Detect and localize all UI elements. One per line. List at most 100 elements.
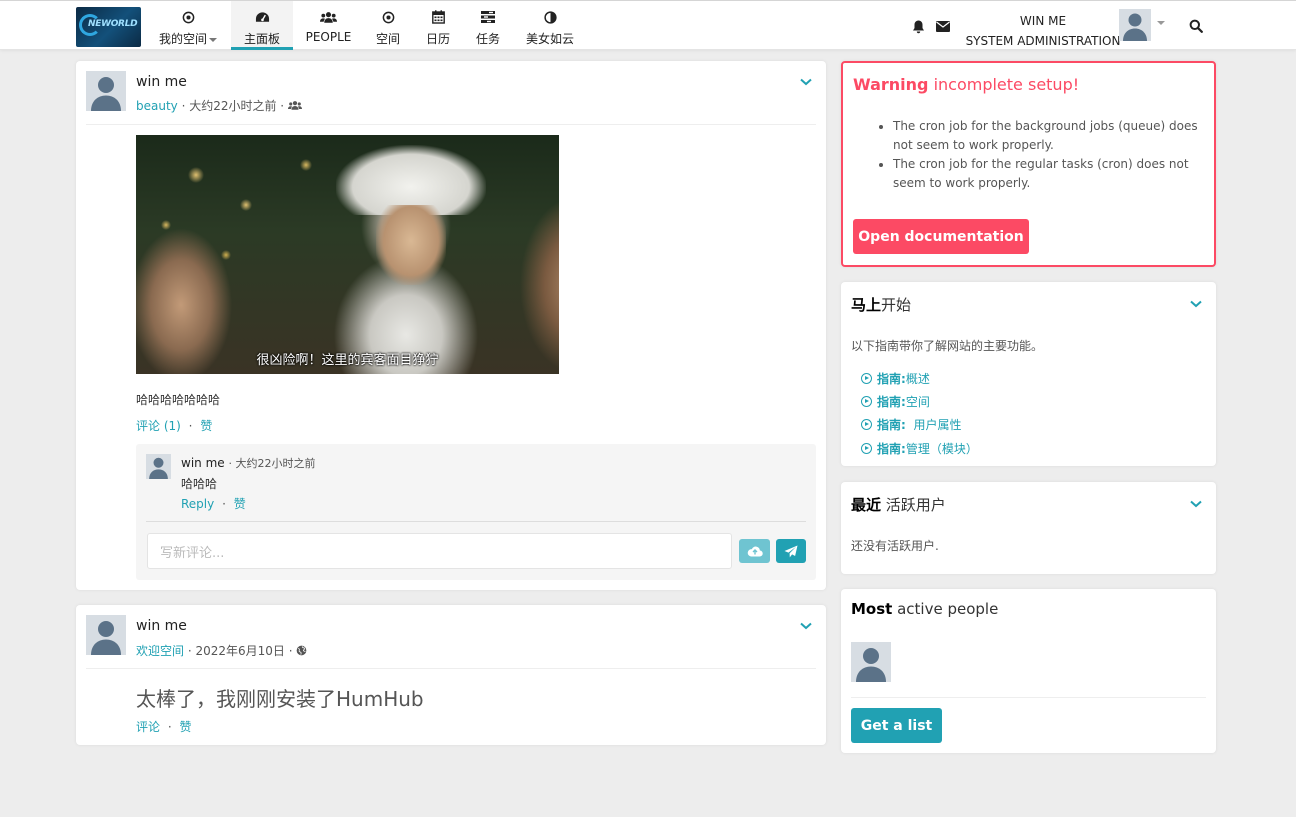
site-logo[interactable]: NEWORLD bbox=[76, 7, 141, 47]
post-time: · 大约22小时之前 · bbox=[181, 99, 285, 113]
panel-title: 马上开始 bbox=[851, 294, 911, 315]
upload-button[interactable] bbox=[739, 539, 770, 563]
comments-section: win me · 大约22小时之前 哈哈哈 Reply · 赞 写新评论... bbox=[136, 444, 816, 580]
nav-label: 我的空间 bbox=[158, 32, 207, 46]
panel-title-rest: 活跃用户 bbox=[881, 496, 946, 514]
like-link[interactable]: 赞 bbox=[200, 419, 212, 433]
globe-icon bbox=[297, 645, 307, 656]
get-a-list-button[interactable]: Get a list bbox=[851, 708, 942, 743]
logo-mark: NEWORLD bbox=[88, 19, 138, 29]
image-subtitle: 很凶险啊！这里的宾客面目狰狞 bbox=[256, 353, 439, 368]
tasks-icon bbox=[481, 11, 495, 23]
image-face-region bbox=[376, 205, 446, 285]
setup-warning-panel: Warning incomplete setup! The cron job f… bbox=[841, 61, 1216, 267]
panel-title-rest: 开始 bbox=[881, 296, 912, 314]
nav-label: 空间 bbox=[375, 32, 400, 46]
guide-label: 概述 bbox=[905, 372, 930, 386]
post-author-name[interactable]: win me bbox=[136, 74, 187, 90]
panel-title: 最近 活跃用户 bbox=[851, 494, 946, 515]
user-menu-caret-icon[interactable] bbox=[1157, 21, 1165, 25]
nav-my-spaces[interactable]: 我的空间 bbox=[153, 1, 223, 50]
play-circle-icon bbox=[861, 396, 872, 407]
post-time: · 2022年6月10日 · bbox=[187, 644, 293, 658]
divider bbox=[851, 697, 1206, 698]
post-image[interactable]: 很凶险啊！这里的宾客面目狰狞 bbox=[136, 135, 559, 374]
panel-title-rest: active people bbox=[892, 600, 999, 618]
users-visibility-icon bbox=[287, 101, 302, 110]
chevron-down-icon[interactable] bbox=[1190, 300, 1202, 308]
comment-header: win me · 大约22小时之前 bbox=[181, 455, 315, 471]
comment-time: · 大约22小时之前 bbox=[228, 457, 316, 470]
search-icon[interactable] bbox=[1189, 19, 1203, 33]
chevron-down-icon[interactable] bbox=[800, 622, 812, 630]
nav-label: PEOPLE bbox=[305, 30, 352, 44]
guide-link-profile[interactable]: 指南: 用户属性 bbox=[861, 416, 961, 433]
comment-link[interactable]: 评论 (1) bbox=[136, 419, 181, 433]
nav-dashboard[interactable]: 主面板 bbox=[231, 1, 293, 50]
open-documentation-button[interactable]: Open documentation bbox=[853, 219, 1029, 254]
divider bbox=[86, 124, 816, 125]
notifications-bell-icon[interactable] bbox=[912, 20, 925, 34]
separator: · bbox=[222, 497, 226, 511]
user-name: WIN ME bbox=[1019, 14, 1067, 28]
dashboard-icon bbox=[255, 11, 269, 22]
top-navigation-bar: NEWORLD 我的空间 主面板 PEOPLE 空间 日历 任务 美女如云 WI… bbox=[0, 0, 1296, 50]
post-meta: beauty · 大约22小时之前 · bbox=[136, 97, 302, 114]
nav-tasks[interactable]: 任务 bbox=[466, 1, 510, 50]
guide-prefix: 指南: bbox=[877, 418, 906, 432]
nav-label: 主面板 bbox=[243, 32, 280, 46]
panel-title: Most active people bbox=[851, 600, 998, 618]
comment-text: 哈哈哈 bbox=[181, 477, 218, 491]
nav-label: 美女如云 bbox=[525, 32, 574, 46]
messages-envelope-icon[interactable] bbox=[936, 21, 950, 32]
send-comment-button[interactable] bbox=[776, 539, 806, 563]
chevron-down-icon[interactable] bbox=[800, 78, 812, 86]
warning-title-rest: incomplete setup! bbox=[928, 75, 1080, 94]
guide-link-admin[interactable]: 指南: 管理（模块） bbox=[861, 440, 978, 457]
nav-calendar[interactable]: 日历 bbox=[416, 1, 460, 50]
chevron-down-icon[interactable] bbox=[1190, 500, 1202, 508]
calendar-icon bbox=[431, 10, 445, 24]
new-comment-input[interactable]: 写新评论... bbox=[147, 533, 732, 569]
warning-title: Warning incomplete setup! bbox=[853, 75, 1079, 94]
warning-item: The cron job for the background jobs (qu… bbox=[893, 117, 1205, 155]
guide-label: 管理（模块） bbox=[905, 442, 978, 456]
comment-link[interactable]: 评论 bbox=[136, 720, 160, 734]
author-avatar[interactable] bbox=[86, 615, 126, 655]
reply-link[interactable]: Reply bbox=[181, 497, 214, 511]
comment-author-avatar[interactable] bbox=[146, 454, 171, 479]
author-avatar[interactable] bbox=[86, 71, 126, 111]
nav-beauty-space[interactable]: 美女如云 bbox=[520, 1, 580, 50]
adjust-icon bbox=[543, 10, 557, 24]
recent-users-empty: 还没有活跃用户. bbox=[851, 539, 939, 553]
separator: · bbox=[167, 720, 172, 734]
nav-people[interactable]: PEOPLE bbox=[300, 1, 357, 50]
post-text: 哈哈哈哈哈哈哈 bbox=[136, 393, 221, 407]
recent-users-panel: 最近 活跃用户 还没有活跃用户. bbox=[841, 482, 1216, 574]
play-circle-icon bbox=[861, 443, 872, 454]
dot-circle-icon bbox=[382, 11, 394, 23]
comment-author-name[interactable]: win me bbox=[181, 456, 225, 470]
post-actions: 评论 · 赞 bbox=[136, 718, 192, 735]
post-card: win me 欢迎空间 · 2022年6月10日 · 太棒了，我刚刚安装了Hum… bbox=[76, 605, 826, 745]
post-author-name[interactable]: win me bbox=[136, 618, 187, 634]
cloud-upload-icon bbox=[747, 546, 763, 557]
comment-like-link[interactable]: 赞 bbox=[234, 497, 246, 511]
users-icon bbox=[320, 11, 337, 23]
post-space-link[interactable]: beauty bbox=[136, 99, 178, 113]
user-avatar[interactable] bbox=[1119, 9, 1151, 41]
post-text: 太棒了，我刚刚安装了HumHub bbox=[136, 687, 424, 711]
nav-spaces[interactable]: 空间 bbox=[366, 1, 410, 50]
user-menu-text[interactable]: WIN ME SYSTEM ADMINISTRATION bbox=[960, 11, 1126, 51]
active-user-avatar[interactable] bbox=[851, 642, 891, 682]
warning-item: The cron job for the regular tasks (cron… bbox=[893, 155, 1205, 193]
post-space-link[interactable]: 欢迎空间 bbox=[136, 644, 184, 658]
getting-started-panel: 马上开始 以下指南带你了解网站的主要功能。 指南: 概述 指南: 空间 指南: … bbox=[841, 282, 1216, 466]
user-role: SYSTEM ADMINISTRATION bbox=[965, 34, 1121, 48]
caret-down-icon bbox=[209, 37, 217, 42]
guide-link-spaces[interactable]: 指南: 空间 bbox=[861, 393, 930, 410]
like-link[interactable]: 赞 bbox=[180, 720, 192, 734]
panel-title-bold: 最近 bbox=[851, 496, 882, 514]
guide-link-overview[interactable]: 指南: 概述 bbox=[861, 370, 930, 387]
most-active-people-panel: Most active people Get a list bbox=[841, 589, 1216, 753]
